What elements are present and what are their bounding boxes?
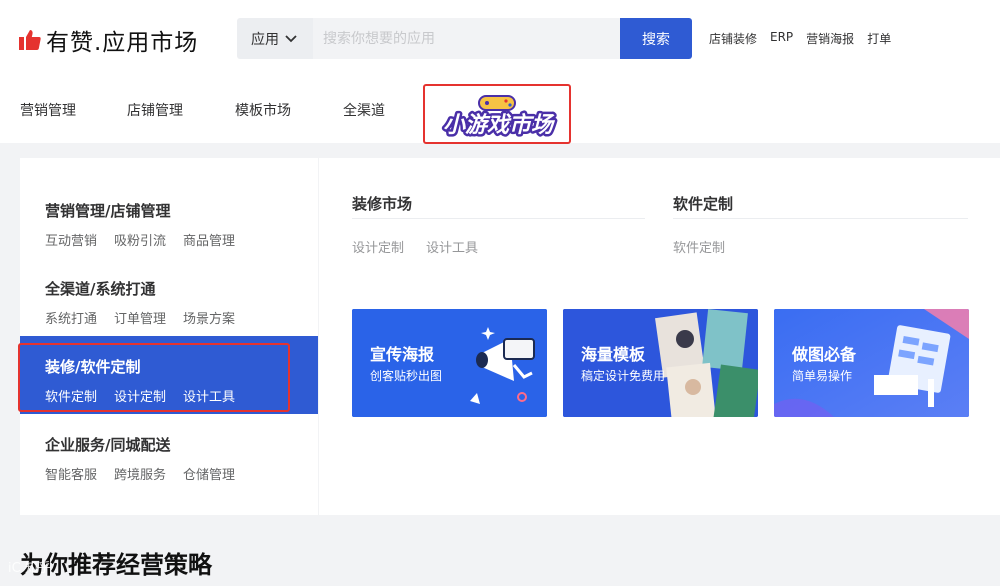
banner-subtitle: 简单易操作 <box>792 369 853 383</box>
divider <box>352 218 645 219</box>
divider <box>673 218 968 219</box>
logo[interactable]: 有赞.应用市场 <box>18 23 198 57</box>
banner-design-essential[interactable]: 做图必备 简单易操作 <box>774 309 969 417</box>
search-bar: 应用 搜索 <box>237 18 692 59</box>
search-button[interactable]: 搜索 <box>620 18 692 59</box>
banner-massive-templates[interactable]: 海量模板 稿定设计免费用 <box>563 309 758 417</box>
nav-item-marketing[interactable]: 营销管理 <box>20 100 76 120</box>
thumbs-up-icon <box>19 30 41 50</box>
quick-link-shop-decoration[interactable]: 店铺装修 <box>709 30 757 47</box>
menu-sub-item[interactable]: 吸粉引流 <box>114 230 166 249</box>
logo-text: 有赞.应用市场 <box>46 30 199 56</box>
banner-title: 海量模板 <box>581 345 646 364</box>
menu-sub-item[interactable]: 场景方案 <box>183 308 235 327</box>
search-category-label: 应用 <box>251 31 279 48</box>
quick-links: 店铺装修 ERP 营销海报 打单 <box>709 30 891 47</box>
search-category-select[interactable]: 应用 <box>237 18 313 59</box>
quick-link-print-order[interactable]: 打单 <box>867 30 891 47</box>
menu-group-title: 全渠道/系统打通 <box>45 280 156 298</box>
menu-sub-item[interactable]: 互动营销 <box>45 230 97 249</box>
category-menu: 营销管理/店铺管理 互动营销 吸粉引流 商品管理 全渠道/系统打通 系统打通 订… <box>20 158 318 515</box>
column-link[interactable]: 设计工具 <box>426 237 478 256</box>
menu-sub-item[interactable]: 智能客服 <box>45 464 97 483</box>
column-link[interactable]: 软件定制 <box>673 237 725 256</box>
menu-sub-item[interactable]: 订单管理 <box>114 308 166 327</box>
zhihu-watermark: iC 知乎 <box>8 561 51 576</box>
menu-group-title: 企业服务/同城配送 <box>45 436 171 454</box>
quick-link-erp[interactable]: ERP <box>770 30 793 47</box>
nav-item-shop[interactable]: 店铺管理 <box>127 100 183 120</box>
menu-sub-item[interactable]: 商品管理 <box>183 230 235 249</box>
submenu-panel: 装修市场 设计定制 设计工具 软件定制 软件定制 宣传海报 创客贴秒出图 海量模… <box>319 158 1000 515</box>
banner-title: 做图必备 <box>792 345 857 364</box>
mini-game-market-logo: 小游戏市场 小游戏市场 <box>440 95 558 138</box>
menu-sub-item[interactable]: 仓储管理 <box>183 464 235 483</box>
highlight-annotation-box <box>18 343 290 412</box>
banner-title: 宣传海报 <box>370 345 435 364</box>
column-title-decoration-market: 装修市场 <box>352 195 413 213</box>
banner-subtitle: 稿定设计免费用 <box>581 369 666 383</box>
chevron-down-icon <box>285 34 297 42</box>
nav-item-templates[interactable]: 模板市场 <box>235 100 291 120</box>
banner-promo-poster[interactable]: 宣传海报 创客贴秒出图 <box>352 309 547 417</box>
column-title-software-custom: 软件定制 <box>673 195 734 213</box>
menu-group-title: 营销管理/店铺管理 <box>45 202 171 220</box>
search-input[interactable] <box>313 18 620 59</box>
menu-group-marketing-shop[interactable]: 营销管理/店铺管理 互动营销 吸粉引流 商品管理 <box>20 180 318 258</box>
menu-group-omnichannel[interactable]: 全渠道/系统打通 系统打通 订单管理 场景方案 <box>20 258 318 336</box>
gamepad-icon <box>478 95 516 111</box>
menu-sub-item[interactable]: 跨境服务 <box>114 464 166 483</box>
mini-game-market-label: 小游戏市场 <box>443 112 556 138</box>
nav-item-omnichannel[interactable]: 全渠道 <box>343 100 385 120</box>
mini-game-market-tab[interactable]: 小游戏市场 小游戏市场 <box>423 84 571 144</box>
menu-group-enterprise-delivery[interactable]: 企业服务/同城配送 智能客服 跨境服务 仓储管理 <box>20 414 318 492</box>
banner-subtitle: 创客贴秒出图 <box>370 369 443 383</box>
quick-link-marketing-poster[interactable]: 营销海报 <box>806 30 854 47</box>
column-link[interactable]: 设计定制 <box>352 237 404 256</box>
menu-sub-item[interactable]: 系统打通 <box>45 308 97 327</box>
